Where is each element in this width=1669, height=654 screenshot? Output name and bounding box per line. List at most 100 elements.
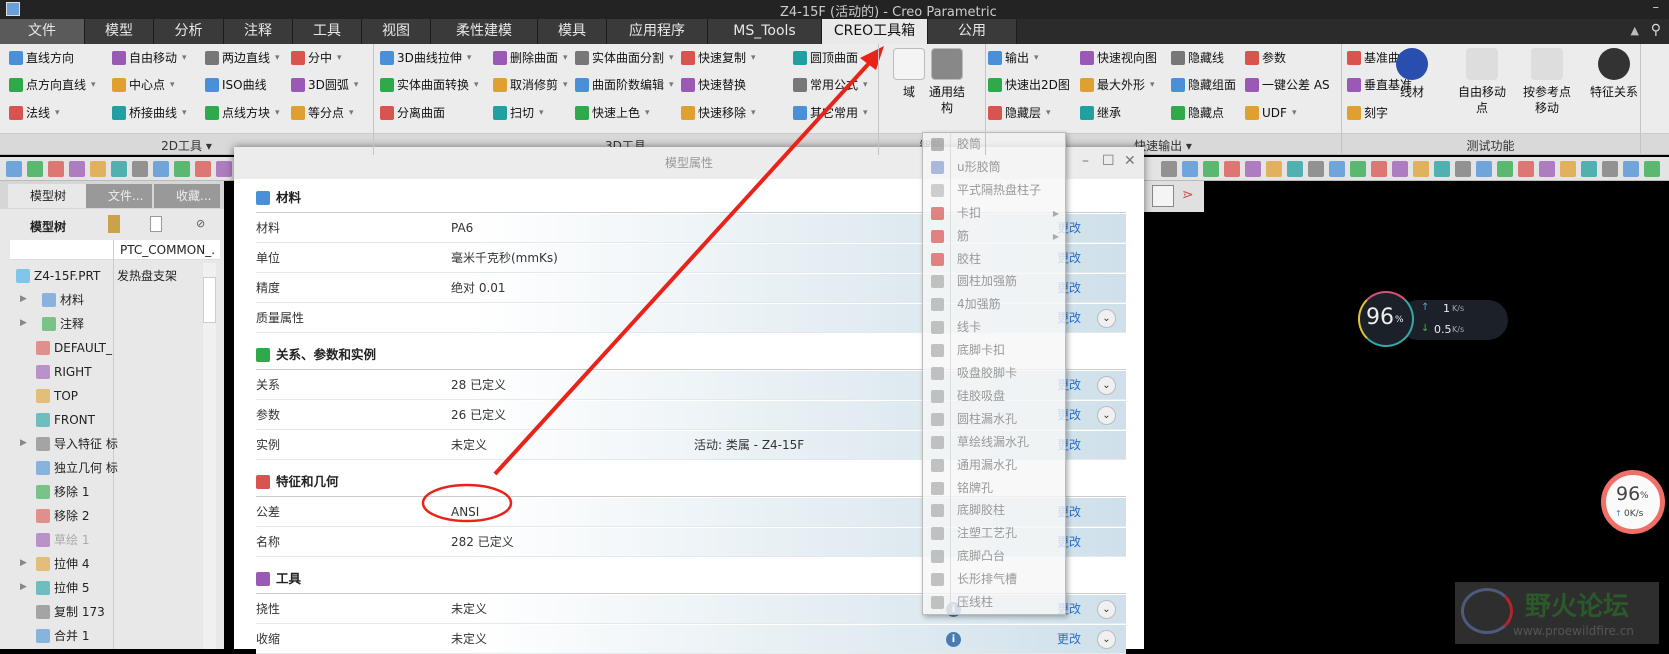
chevron-down-icon[interactable]: ▾ <box>170 74 175 96</box>
ribbon-item[interactable]: 等分点 ▾ <box>291 102 354 124</box>
chevron-down-icon[interactable]: ▾ <box>91 74 96 96</box>
chevron-down-icon[interactable]: ▾ <box>55 102 60 124</box>
chevron-down-icon[interactable]: ▾ <box>1150 74 1155 96</box>
display-style-icon[interactable] <box>1152 185 1174 207</box>
ribbon-item[interactable]: 输出 ▾ <box>988 47 1039 69</box>
tab-7[interactable]: 模具 <box>538 19 607 44</box>
toolbar-icon[interactable] <box>174 161 190 177</box>
menu-item[interactable]: 平式隔热盘柱子 <box>923 179 1065 202</box>
search-icon[interactable]: ⚲ <box>1651 22 1661 38</box>
ribbon-item[interactable]: 参数 <box>1245 47 1286 69</box>
graphics-viewport[interactable]: ⋗ 96 % ↑ 1 K/s ↓ 0.5 K/s 96 % ↑ 0K/s 野火论… <box>1144 181 1669 649</box>
chevron-down-icon[interactable]: ▾ <box>669 74 674 96</box>
toolbar-icon[interactable] <box>1245 161 1261 177</box>
menu-item[interactable]: 筋 ▶ <box>923 225 1065 248</box>
ribbon-item[interactable]: 删除曲面 ▾ <box>493 47 568 69</box>
expand-arrow-icon[interactable]: ▶ <box>20 438 27 448</box>
tab-10[interactable]: CREO工具箱 <box>822 19 928 44</box>
expand-arrow-icon[interactable]: ▶ <box>20 558 27 568</box>
tree-item[interactable]: 拉伸 5 <box>36 577 136 599</box>
tree-item[interactable]: FRONT <box>36 409 136 431</box>
toolbar-icon[interactable] <box>153 161 169 177</box>
tree-item[interactable]: 草绘 1 <box>36 529 136 551</box>
chevron-down-icon[interactable]: ▾ <box>669 47 674 69</box>
tree-item[interactable]: RIGHT <box>36 361 136 383</box>
chevron-down-icon[interactable]: ▾ <box>645 102 650 124</box>
menu-item[interactable]: 草绘线漏水孔 <box>923 431 1065 454</box>
menu-item[interactable]: 底脚凸台 <box>923 545 1065 568</box>
ribbon-item[interactable]: 3D曲线拉伸 ▾ <box>380 47 471 69</box>
toolbar-icon[interactable] <box>1182 161 1198 177</box>
ribbon-item[interactable]: ISO曲线 <box>205 74 267 96</box>
toolbar-icon[interactable] <box>1350 161 1366 177</box>
tab-favorites[interactable]: 收藏... <box>154 184 220 208</box>
ribbon-item[interactable]: 实体曲面分割 ▾ <box>575 47 674 69</box>
menu-item[interactable]: 长形排气槽 <box>923 568 1065 591</box>
tab-11[interactable]: 公用 <box>928 19 1017 44</box>
ribbon-item[interactable]: 隐藏层 ▾ <box>988 102 1051 124</box>
ribbon-item[interactable]: 分离曲面 <box>380 102 445 124</box>
expand-chevron-icon[interactable]: ⌄ <box>1097 630 1116 649</box>
ribbon-item[interactable]: 隐藏点 <box>1171 102 1224 124</box>
chevron-down-icon[interactable]: ▾ <box>563 74 568 96</box>
tree-item[interactable]: DEFAULT_ <box>36 337 136 359</box>
tab-2[interactable]: 分析 <box>154 19 224 44</box>
chevron-down-icon[interactable]: ▾ <box>539 102 544 124</box>
ribbon-item[interactable]: 3D圆弧 ▾ <box>291 74 358 96</box>
close-button[interactable]: ✕ <box>1124 153 1136 169</box>
toolbar-icon[interactable] <box>1203 161 1219 177</box>
toolbar-icon[interactable] <box>216 161 232 177</box>
chevron-down-icon[interactable]: ▾ <box>275 47 280 69</box>
ribbon-item[interactable]: 圆顶曲面 <box>793 47 858 69</box>
menu-item[interactable]: 胶筒 <box>923 133 1065 156</box>
tree-item[interactable]: 移除 2 <box>36 505 136 527</box>
chevron-down-icon[interactable]: ▾ <box>182 47 187 69</box>
ribbon-item[interactable]: 常用公式 ▾ <box>793 74 868 96</box>
ribbon-item[interactable]: 最大外形 ▾ <box>1080 74 1155 96</box>
ribbon-item[interactable]: 扫切 ▾ <box>493 102 544 124</box>
toolbar-icon[interactable] <box>48 161 64 177</box>
collapse-ribbon-icon[interactable]: ▲ <box>1631 24 1639 37</box>
toolbar-icon[interactable] <box>1392 161 1408 177</box>
tree-item[interactable]: 导入特征 标 <box>36 433 136 455</box>
chevron-down-icon[interactable]: ▾ <box>1046 102 1051 124</box>
ribbon-item[interactable]: 快速视向图 <box>1080 47 1157 69</box>
menu-item[interactable]: 通用漏水孔 <box>923 454 1065 477</box>
ribbon-item[interactable]: 继承 <box>1080 102 1121 124</box>
tab-model-tree[interactable]: 模型树 <box>8 184 86 208</box>
toolbar-icon[interactable] <box>90 161 106 177</box>
tree-item[interactable]: 注释 <box>42 313 142 335</box>
ribbon-large-button[interactable]: 按参考点 移动 <box>1515 48 1579 116</box>
column-header[interactable]: PTC_COMMON_. <box>120 243 215 257</box>
info-icon[interactable]: i <box>946 632 961 647</box>
ribbon-item[interactable]: 取消修剪 ▾ <box>493 74 568 96</box>
ribbon-item[interactable]: 快速替换 <box>681 74 746 96</box>
menu-item[interactable]: 注塑工艺孔 <box>923 522 1065 545</box>
menu-item[interactable]: 线卡 <box>923 316 1065 339</box>
ribbon-item[interactable]: 一键公差 AS <box>1245 74 1330 96</box>
tab-files[interactable]: 文件... <box>86 184 152 208</box>
ribbon-item[interactable]: 实体曲面转换 ▾ <box>380 74 479 96</box>
menu-item[interactable]: u形胶筒 <box>923 156 1065 179</box>
expand-arrow-icon[interactable]: ▶ <box>20 318 27 328</box>
ribbon-item[interactable]: 快速出2D图 <box>988 74 1070 96</box>
ribbon-item[interactable]: 快速上色 ▾ <box>575 102 650 124</box>
tab-8[interactable]: 应用程序 <box>607 19 708 44</box>
chevron-down-icon[interactable]: ▾ <box>275 102 280 124</box>
tree-item[interactable]: 拉伸 4 <box>36 553 136 575</box>
ribbon-large-button[interactable]: 自由移动 点 <box>1450 48 1514 116</box>
maximize-button[interactable]: ☐ <box>1102 153 1115 169</box>
toolbar-icon[interactable] <box>1413 161 1429 177</box>
menu-item[interactable]: 硅胶吸盘 <box>923 385 1065 408</box>
ribbon-item[interactable]: 直线方向 <box>9 47 74 69</box>
chevron-down-icon[interactable]: ▾ <box>349 102 354 124</box>
expand-arrow-icon[interactable]: ▶ <box>20 582 27 592</box>
ribbon-item[interactable]: 自由移动 ▾ <box>112 47 187 69</box>
toolbar-icon[interactable] <box>1518 161 1534 177</box>
chevron-down-icon[interactable]: ▾ <box>563 47 568 69</box>
ribbon-item[interactable]: 点线方块 ▾ <box>205 102 280 124</box>
tree-item[interactable]: 材料 <box>42 289 142 311</box>
chevron-down-icon[interactable]: ▾ <box>182 102 187 124</box>
ribbon-item[interactable]: 两边直线 ▾ <box>205 47 280 69</box>
tree-item[interactable]: 移除 1 <box>36 481 136 503</box>
